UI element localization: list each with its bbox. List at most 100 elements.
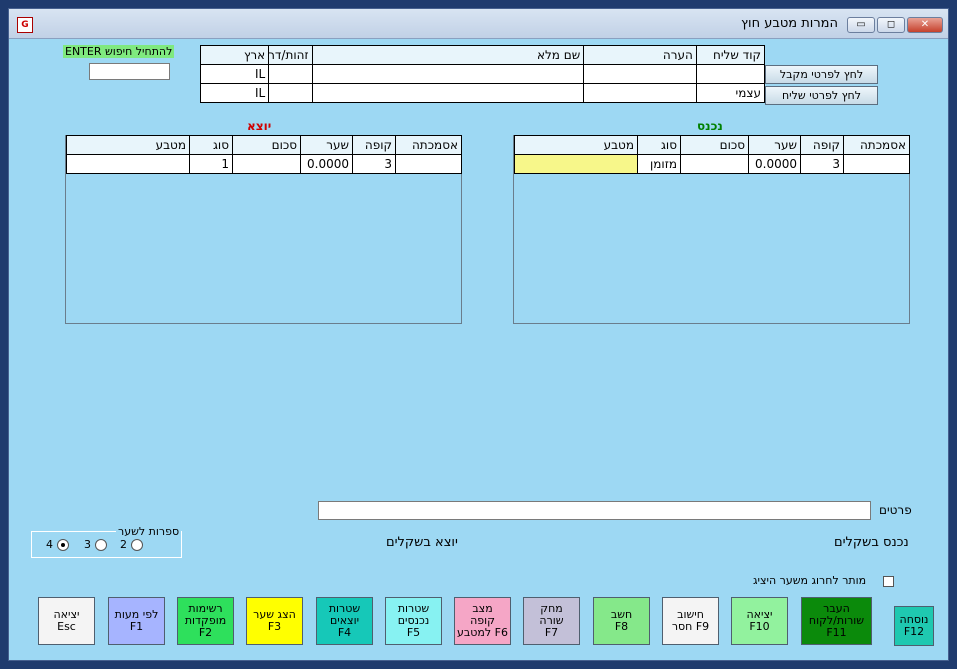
outgoing-shekel-label: יוצא בשקלים [386, 535, 458, 550]
cell-id[interactable] [268, 64, 313, 84]
radio-icon[interactable] [130, 539, 143, 551]
minimize-button[interactable]: ▭ [847, 17, 875, 33]
digits-group: ספרות לשער 4 3 2 [31, 525, 182, 558]
fkey-label: F4 [337, 626, 352, 639]
party-table-header: קוד שליח הערה שם מלא זהות/דרכון ארץ [199, 45, 766, 65]
fkey-button-8[interactable]: שטרות יוצאים F4 [316, 597, 373, 645]
cell-country[interactable]: IL [199, 83, 270, 103]
cell-amount[interactable] [680, 154, 749, 174]
cell-sender-code[interactable] [695, 64, 766, 84]
cell-full-name[interactable] [311, 83, 585, 103]
header-id: זהות/דרכון [268, 45, 313, 65]
cell-type[interactable]: 1 [189, 154, 233, 174]
radio-icon[interactable] [56, 539, 69, 551]
allow-deviation-checkbox[interactable] [883, 576, 894, 587]
fkey-label: F5 [406, 626, 421, 639]
digits-label: ספרות לשער [116, 525, 182, 538]
header-full-name: שם מלא [311, 45, 585, 65]
fkey-button-0[interactable]: נוסחה F12 [894, 606, 934, 646]
cell-register[interactable]: 3 [352, 154, 396, 174]
allow-deviation-label: מותר לחרוג משער היציג [753, 574, 867, 587]
fkey-button-2[interactable]: יציאה F10 [731, 597, 788, 645]
fkey-button-12[interactable]: יציאה Esc [38, 597, 95, 645]
cell-rate[interactable]: 0.0000 [748, 154, 801, 174]
fkey-label: F2 [198, 626, 213, 639]
cell-currency[interactable] [514, 154, 638, 174]
cell-reference[interactable] [395, 154, 462, 174]
maximize-button[interactable]: ◻ [877, 17, 905, 33]
cell-id[interactable] [268, 83, 313, 103]
radio-icon[interactable] [94, 539, 107, 551]
option-label: 4 [46, 538, 53, 551]
fkey-button-3[interactable]: חישוב חסר F9 [662, 597, 719, 645]
header-amount: סכום [232, 135, 301, 155]
fkey-button-4[interactable]: חשב F8 [593, 597, 650, 645]
cell-amount[interactable] [232, 154, 301, 174]
cell-sender-code[interactable]: עצמי [695, 83, 766, 103]
cell-rate[interactable]: 0.0000 [300, 154, 353, 174]
cell-country[interactable]: IL [199, 64, 270, 84]
incoming-table-header: אסמכתה קופה שער סכום סוג מטבע [514, 135, 910, 155]
sender-details-button[interactable]: לחץ לפרטי שליח [765, 86, 878, 105]
header-register: קופה [800, 135, 844, 155]
cell-currency[interactable] [66, 154, 190, 174]
cell-note[interactable] [583, 64, 697, 84]
cell-full-name[interactable] [311, 64, 585, 84]
cell-register[interactable]: 3 [800, 154, 844, 174]
title-bar: G המרות מטבע חוץ ▭ ◻ ✕ [9, 9, 948, 39]
table-row: עצמי IL [199, 83, 766, 103]
header-currency: מטבע [514, 135, 638, 155]
digits-option-4[interactable]: 4 [46, 538, 69, 551]
header-country: קוד שליח [695, 45, 766, 65]
header-reference: אסמכתה [395, 135, 462, 155]
header-sender-code: ארץ [199, 45, 270, 65]
header-register: קופה [352, 135, 396, 155]
fkey-button-6[interactable]: מצב קופה למטבע F6 [454, 597, 511, 645]
option-label: 2 [120, 538, 127, 551]
header-type: סוג [637, 135, 681, 155]
fkey-button-1[interactable]: העבר שורות/לקוח F11 [801, 597, 872, 645]
window-title: המרות מטבע חוץ [741, 16, 838, 31]
outgoing-table-header: אסמכתה קופה שער סכום סוג מטבע [66, 135, 462, 155]
cell-reference[interactable] [843, 154, 910, 174]
party-table: קוד שליח הערה שם מלא זהות/דרכון ארץ IL ע… [199, 45, 766, 103]
incoming-shekel-label: נכנס בשקלים [834, 535, 909, 550]
fkey-label: F3 [267, 620, 282, 633]
fkey-label: F10 [749, 620, 770, 633]
header-rate: שער [748, 135, 801, 155]
option-label: 3 [84, 538, 91, 551]
close-button[interactable]: ✕ [907, 17, 943, 33]
fkey-label: F1 [129, 620, 144, 633]
fkey-button-10[interactable]: רשימות מופקדות F2 [177, 597, 234, 645]
digits-option-3[interactable]: 3 [84, 538, 107, 551]
cell-note[interactable] [583, 83, 697, 103]
incoming-table: אסמכתה קופה שער סכום סוג מטבע 3 0.0000 מ… [514, 135, 910, 174]
fkey-label: Esc [57, 620, 76, 633]
fkey-label: למטבע F6 [457, 626, 508, 639]
app-icon: G [17, 17, 33, 33]
fkey-label: F11 [826, 626, 847, 639]
header-currency: מטבע [66, 135, 190, 155]
details-label: פרטים [879, 503, 912, 517]
fkey-button-9[interactable]: הצג שער F3 [246, 597, 303, 645]
fkey-button-11[interactable]: לפי מעות F1 [108, 597, 165, 645]
outgoing-title: יוצא [247, 119, 272, 133]
search-input[interactable] [89, 63, 170, 80]
table-row: 3 0.0000 1 [66, 154, 462, 174]
digits-option-2[interactable]: 2 [120, 538, 143, 551]
table-row: 3 0.0000 מזומן [514, 154, 910, 174]
fkey-label: F8 [614, 620, 629, 633]
table-row: IL [199, 64, 766, 84]
fkey-button-7[interactable]: שטרות נכנסים F5 [385, 597, 442, 645]
fkey-button-5[interactable]: מחק שורה F7 [523, 597, 580, 645]
header-amount: סכום [680, 135, 749, 155]
receiver-details-button[interactable]: לחץ לפרטי מקבל [765, 65, 878, 84]
outgoing-table: אסמכתה קופה שער סכום סוג מטבע 3 0.0000 1 [66, 135, 462, 174]
search-label: ENTER להתחיל חיפוש [63, 45, 175, 58]
app-window: G המרות מטבע חוץ ▭ ◻ ✕ ENTER להתחיל חיפו… [8, 8, 949, 661]
details-input[interactable] [318, 501, 871, 520]
incoming-title: נכנס [697, 119, 723, 133]
cell-type[interactable]: מזומן [637, 154, 681, 174]
header-rate: שער [300, 135, 353, 155]
header-reference: אסמכתה [843, 135, 910, 155]
